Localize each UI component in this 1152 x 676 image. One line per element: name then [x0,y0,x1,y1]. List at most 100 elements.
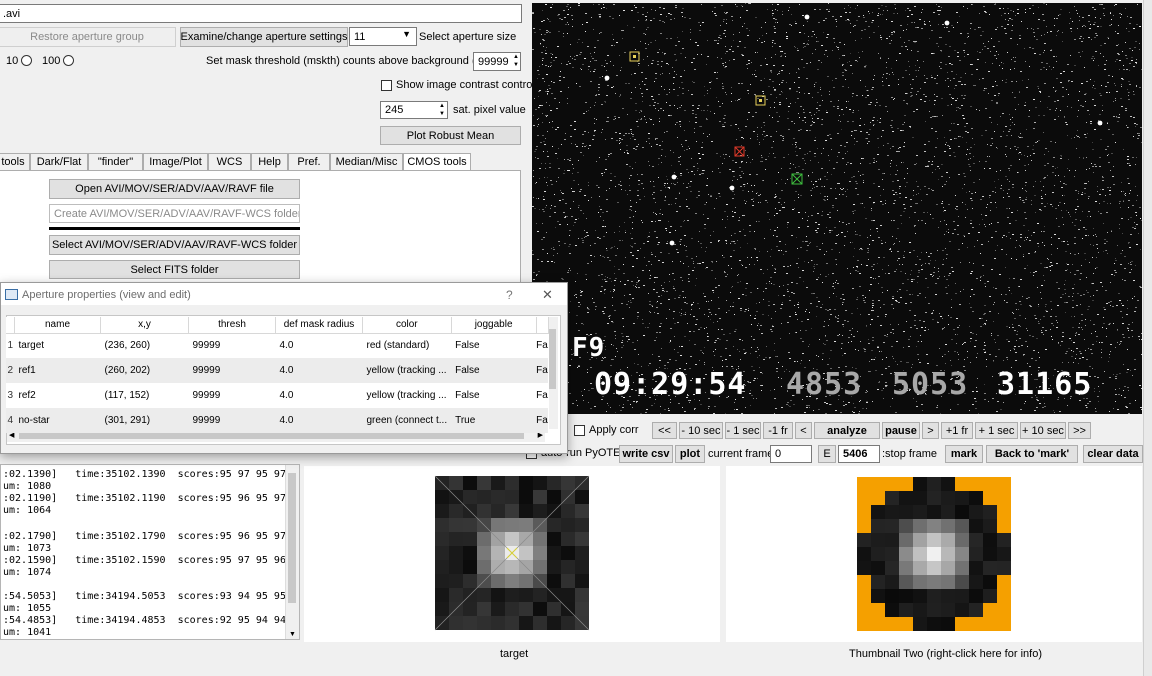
log-output[interactable]: :02.1390] time:35102.1390 scores:95 97 9… [0,464,300,640]
cell-thresh[interactable]: 99999 [188,358,276,383]
cell-color[interactable]: green (connect t... [362,408,452,433]
table-row[interactable]: 4 no-star (301, 291) 99999 4.0 green (co… [6,408,549,433]
column-header-joggable[interactable]: joggable [451,317,537,334]
column-header-mask-radius[interactable]: def mask radius [275,317,363,334]
plot-robust-mean-button[interactable]: Plot Robust Mean [380,126,521,145]
cell-xy[interactable]: (236, 260) [101,333,189,358]
write-csv-button[interactable]: write csv [619,445,673,463]
column-header-thresh[interactable]: thresh [188,317,276,334]
cell-color[interactable]: yellow (tracking ... [363,383,452,408]
tab-cmos-tools[interactable]: CMOS tools [403,153,471,170]
table-row[interactable]: 1 target (236, 260) 99999 4.0 red (stand… [6,333,548,358]
restore-aperture-group-button[interactable]: Restore aperture group [0,27,176,47]
next-button[interactable]: > [922,422,939,439]
file-path-field[interactable]: .avi [0,4,522,23]
cell-name[interactable]: ref2 [15,383,101,408]
select-fits-folder-button[interactable]: Select FITS folder [49,260,300,279]
jump-start-button[interactable]: << [652,422,677,439]
help-icon[interactable]: ? [506,288,513,302]
table-row[interactable]: 3 ref2 (117, 152) 99999 4.0 yellow (trac… [6,383,548,408]
create-wcs-folder-button[interactable]: Create AVI/MOV/SER/ADV/AAV/RAVF-WCS fold… [49,204,300,223]
cell-thresh[interactable]: 99999 [189,383,276,408]
mask-threshold-spinbox[interactable]: 99999 ▲ ▼ [473,52,521,71]
back-1-frame-button[interactable]: -1 fr [763,422,793,439]
table-row[interactable]: 2 ref1 (260, 202) 99999 4.0 yellow (trac… [6,358,549,383]
plot-button[interactable]: plot [675,445,705,463]
tab-wcs[interactable]: WCS [208,153,251,170]
e-button[interactable]: E [818,445,836,463]
right-scrollbar[interactable] [1143,0,1152,676]
cell-mask-radius[interactable]: 4.0 [275,408,363,433]
sat-pixel-spinbox[interactable]: 245 ▲ ▼ [380,101,448,119]
cell-name[interactable]: ref1 [14,358,101,383]
cell-color[interactable]: red (standard) [363,333,452,358]
log-line: :02.1390] time:35102.1390 scores:95 97 9… [3,469,300,480]
examine-aperture-settings-button[interactable]: Examine/change aperture settings [180,27,348,47]
tab-median-misc[interactable]: Median/Misc [330,153,403,170]
aperture-size-select[interactable]: 11 ▼ [349,27,417,46]
tab-tools[interactable]: tools [0,153,30,170]
back-1-sec-button[interactable]: - 1 sec [725,422,761,439]
scroll-down-icon[interactable]: ▼ [289,631,296,638]
thumbnail-two-panel[interactable] [726,466,1142,642]
forward-1-sec-button[interactable]: + 1 sec [975,422,1018,439]
analyze-button[interactable]: analyze [814,422,880,439]
clear-data-button[interactable]: clear data [1083,445,1143,463]
scroll-thumb[interactable] [19,433,524,439]
video-frame[interactable]: F9 09:29:54 4853 5053 31165 [532,3,1142,414]
target-aperture[interactable] [734,146,745,157]
forward-10-sec-button[interactable]: + 10 sec [1020,422,1066,439]
thumbnail-one-panel[interactable] [304,466,720,642]
column-header-xy[interactable]: x,y [100,317,189,334]
cell-joggable[interactable]: False [451,383,536,408]
no-star-aperture[interactable] [791,173,803,185]
mark-button[interactable]: mark [945,445,983,463]
cell-thresh[interactable]: 99999 [188,408,276,433]
cell-xy[interactable]: (117, 152) [101,383,189,408]
back-to-mark-button[interactable]: Back to 'mark' [986,445,1078,463]
cell-xy[interactable]: (301, 291) [100,408,189,433]
stop-frame-field[interactable]: 5406 [838,445,880,463]
cell-joggable[interactable]: False [451,358,537,383]
cell-name[interactable]: no-star [14,408,101,433]
column-header-color[interactable]: color [362,317,452,334]
ref2-aperture[interactable] [629,51,640,62]
close-icon[interactable]: ✕ [542,287,553,303]
ref1-aperture[interactable] [755,95,766,106]
cell-extra[interactable]: Fa [536,333,548,358]
radio-10[interactable] [21,55,32,66]
cell-extra[interactable]: Fa [536,408,549,433]
show-contrast-checkbox[interactable] [381,80,392,91]
forward-1-frame-button[interactable]: +1 fr [941,422,973,439]
prev-button[interactable]: < [795,422,812,439]
tab-dark-flat[interactable]: Dark/Flat [30,153,88,170]
cell-joggable[interactable]: True [451,408,537,433]
cell-joggable[interactable]: False [451,333,536,358]
log-scrollbar[interactable]: ▼ [285,465,299,639]
cell-extra[interactable]: Fa [536,383,548,408]
back-10-sec-button[interactable]: - 10 sec [679,422,723,439]
tab-help[interactable]: Help [251,153,288,170]
cell-name[interactable]: target [15,333,101,358]
select-wcs-folder-button[interactable]: Select AVI/MOV/SER/ADV/AAV/RAVF-WCS fold… [49,235,300,255]
scroll-thumb[interactable] [288,473,296,603]
cell-thresh[interactable]: 99999 [189,333,276,358]
tab-image-plot[interactable]: Image/Plot [143,153,208,170]
pause-button[interactable]: pause [882,422,920,439]
cell-mask-radius[interactable]: 4.0 [276,333,363,358]
scroll-thumb[interactable] [548,329,556,389]
radio-100[interactable] [63,55,74,66]
apply-corr-checkbox[interactable] [574,425,585,436]
open-file-button[interactable]: Open AVI/MOV/SER/ADV/AAV/RAVF file [49,179,300,199]
column-header-extra[interactable] [536,317,549,334]
tab-pref[interactable]: Pref. [288,153,330,170]
cell-xy[interactable]: (260, 202) [100,358,189,383]
current-frame-field[interactable]: 0 [770,445,812,463]
column-header-name[interactable]: name [14,317,101,334]
cell-color[interactable]: yellow (tracking ... [362,358,452,383]
cell-extra[interactable]: Fa [536,358,549,383]
jump-end-button[interactable]: >> [1068,422,1091,439]
cell-mask-radius[interactable]: 4.0 [276,383,363,408]
cell-mask-radius[interactable]: 4.0 [275,358,363,383]
tab-finder[interactable]: "finder" [88,153,143,170]
